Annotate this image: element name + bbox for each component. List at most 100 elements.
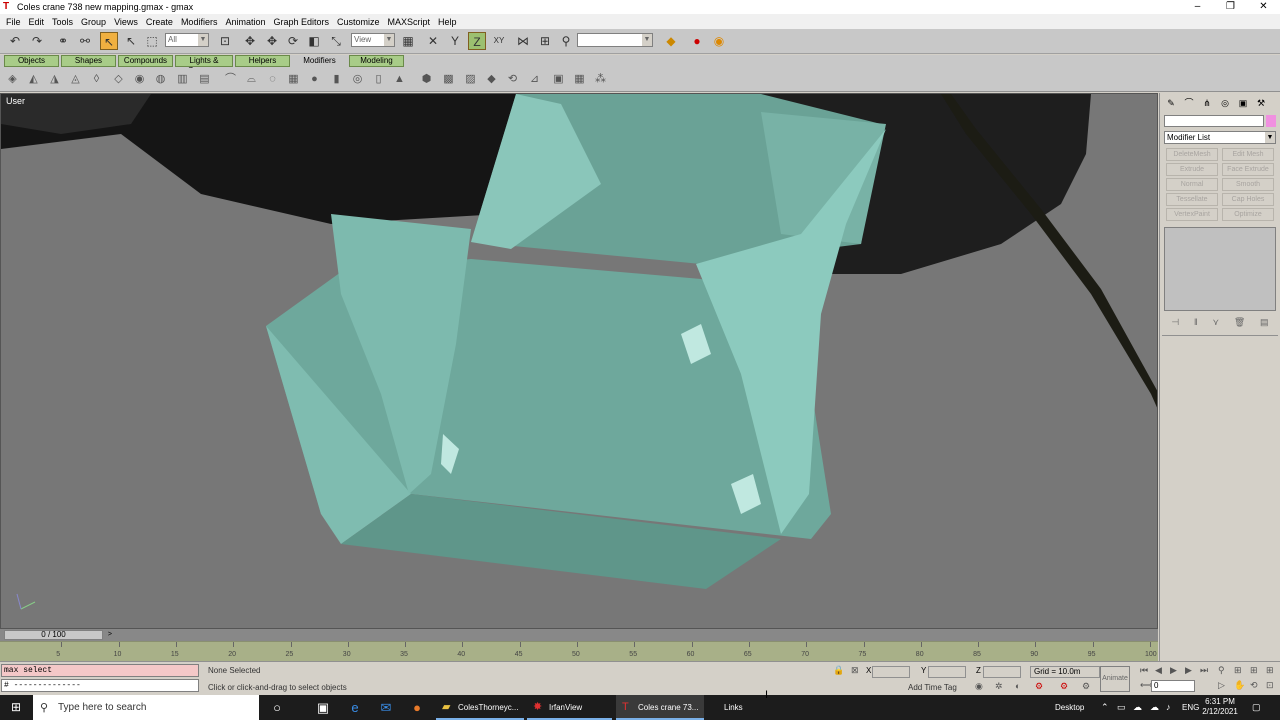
- selection-filter-dropdown[interactable]: All ▼: [165, 33, 209, 47]
- display-tab-icon[interactable]: ▣: [1235, 96, 1251, 110]
- select-by-region-icon[interactable]: ⊡: [216, 32, 234, 50]
- wave-icon[interactable]: ◉: [131, 71, 148, 88]
- edit-mesh-icon[interactable]: ▦: [285, 71, 302, 88]
- xform-icon[interactable]: ▤: [196, 71, 213, 88]
- edit-spline-icon[interactable]: ▨: [462, 71, 479, 88]
- restrict-xy-icon[interactable]: XY: [490, 32, 508, 50]
- extrude-button[interactable]: Extrude: [1166, 163, 1218, 176]
- desktop-toolbar[interactable]: Desktop: [1055, 695, 1084, 720]
- edit-mesh-button[interactable]: Edit Mesh: [1222, 148, 1274, 161]
- task-gmax[interactable]: T Coles crane 73...: [616, 695, 704, 720]
- align-icon[interactable]: ⊞: [536, 32, 554, 50]
- uvw-unwrap-icon[interactable]: ⌓: [243, 71, 260, 88]
- viewport-user[interactable]: User: [0, 93, 1158, 629]
- add-time-tag[interactable]: Add Time Tag: [908, 683, 957, 692]
- unlink-icon[interactable]: ⚯: [76, 32, 94, 50]
- x-coordinate-field[interactable]: [872, 666, 910, 678]
- object-color-swatch[interactable]: [1266, 115, 1276, 127]
- select-and-link-icon[interactable]: ⚭: [54, 32, 72, 50]
- volume-icon[interactable]: ♪: [1166, 695, 1171, 720]
- task-irfanview[interactable]: ✸ IrfanView: [527, 695, 612, 720]
- onedrive-icon[interactable]: ☁: [1133, 695, 1142, 720]
- menu-tools[interactable]: Tools: [48, 17, 77, 27]
- show-end-result-icon[interactable]: ‖: [1194, 317, 1198, 331]
- noise-icon[interactable]: ◬: [67, 71, 84, 88]
- remove-modifier-icon[interactable]: 🗑: [1234, 317, 1245, 331]
- vertexpaint-button[interactable]: VertexPaint: [1166, 208, 1218, 221]
- sphere-icon[interactable]: ●: [306, 71, 323, 88]
- hierarchy-tab-icon[interactable]: ⋔: [1199, 96, 1215, 110]
- goto-end-icon[interactable]: ⏭: [1200, 665, 1208, 676]
- tab-modifiers[interactable]: Modifiers: [292, 55, 347, 67]
- create-tab-icon[interactable]: ✎: [1163, 96, 1179, 110]
- torus-icon[interactable]: ◎: [349, 71, 366, 88]
- smooth-button[interactable]: Smooth: [1222, 178, 1274, 191]
- menu-customize[interactable]: Customize: [333, 17, 384, 27]
- keyboard-shortcut-icon[interactable]: ⚙: [1082, 681, 1090, 692]
- zoom-extents-icon[interactable]: ◉: [975, 681, 983, 692]
- snap-toggle-icon[interactable]: ✲: [995, 681, 1003, 692]
- material-editor-icon[interactable]: ◆: [662, 32, 680, 50]
- tab-objects[interactable]: Objects: [4, 55, 59, 67]
- y-coordinate-field[interactable]: [928, 666, 966, 678]
- tab-lights-cameras[interactable]: Lights & Cameras: [175, 55, 233, 75]
- restrict-x-icon[interactable]: ✕: [424, 32, 442, 50]
- select-and-scale-icon[interactable]: ◧: [305, 32, 323, 50]
- select-and-rotate-icon[interactable]: ⟳: [284, 32, 302, 50]
- mirror-icon[interactable]: ⋈: [514, 32, 532, 50]
- render-icon[interactable]: ●: [688, 32, 706, 50]
- menu-graph-editors[interactable]: Graph Editors: [269, 17, 333, 27]
- angle-snap-icon[interactable]: ◐: [1015, 681, 1020, 691]
- optimize-icon[interactable]: ⁂: [592, 71, 609, 88]
- firefox-icon[interactable]: ●: [402, 695, 432, 720]
- cone-icon[interactable]: ▲: [391, 71, 408, 88]
- system-clock[interactable]: 6:31 PM 2/12/2021: [1195, 697, 1245, 717]
- modify-tab-icon[interactable]: ⌒: [1181, 96, 1197, 110]
- smooth-modifier-icon[interactable]: ▦: [571, 71, 588, 88]
- current-frame-field[interactable]: 0: [1151, 680, 1195, 692]
- select-and-move-2-icon[interactable]: ✥: [263, 32, 281, 50]
- bevel-icon[interactable]: ⊿: [526, 71, 543, 88]
- tab-compounds[interactable]: Compounds: [118, 55, 173, 67]
- tray-overflow-icon[interactable]: ⌃: [1101, 695, 1109, 720]
- mesh-select-icon[interactable]: ◌: [264, 71, 281, 88]
- modifier-stack[interactable]: [1164, 227, 1276, 311]
- goto-start-icon[interactable]: ⏮: [1140, 665, 1148, 676]
- windows-start-icon[interactable]: ⊞: [0, 695, 32, 720]
- spinner-snap-icon[interactable]: ⚙: [1060, 681, 1068, 692]
- motion-tab-icon[interactable]: ◎: [1217, 96, 1233, 110]
- select-by-name-icon[interactable]: ↖: [122, 32, 140, 50]
- quick-render-icon[interactable]: ◉: [710, 32, 728, 50]
- mail-icon[interactable]: ✉: [371, 695, 401, 720]
- bend-icon[interactable]: ◈: [4, 71, 21, 88]
- manipulate-icon[interactable]: ⤡: [327, 32, 345, 50]
- minimize-button[interactable]: –: [1181, 0, 1214, 14]
- tab-modeling[interactable]: Modeling: [349, 55, 404, 67]
- menu-create[interactable]: Create: [142, 17, 177, 27]
- taskbar-search[interactable]: ⚲ Type here to search: [33, 695, 259, 720]
- ripple-icon[interactable]: ◍: [152, 71, 169, 88]
- maximize-viewport-icon[interactable]: ⊡: [1266, 680, 1274, 691]
- menu-edit[interactable]: Edit: [25, 17, 49, 27]
- select-and-move-icon[interactable]: ✥: [241, 32, 259, 50]
- lattice-icon[interactable]: ▥: [174, 71, 191, 88]
- object-name-field[interactable]: [1164, 115, 1264, 127]
- uvw-map-icon[interactable]: ⌒: [222, 71, 239, 88]
- menu-file[interactable]: File: [2, 17, 25, 27]
- field-of-view-icon[interactable]: ▷: [1218, 680, 1225, 691]
- maximize-button[interactable]: ❐: [1214, 0, 1247, 14]
- taper-icon[interactable]: ◭: [25, 71, 42, 88]
- time-slider-track[interactable]: 0 / 100 >: [0, 629, 1158, 641]
- track-bar[interactable]: 5 10 15 20 25 30 35 40 45 50 55 60 65 70 75 80 85 90 95 100: [0, 641, 1158, 661]
- maxscript-mini-line[interactable]: # --------------: [1, 679, 199, 692]
- animate-button[interactable]: Animate: [1100, 666, 1130, 692]
- absolute-mode-icon[interactable]: ⊠: [851, 665, 859, 676]
- utilities-tab-icon[interactable]: ⚒: [1253, 96, 1269, 110]
- normal-modifier-icon[interactable]: ▣: [550, 71, 567, 88]
- optimize-button[interactable]: Optimize: [1222, 208, 1274, 221]
- select-object-icon[interactable]: ↖: [100, 32, 118, 50]
- task-colesthorney[interactable]: ▰ ColesThorneyc...: [436, 695, 524, 720]
- extrude-icon[interactable]: ◆: [483, 71, 500, 88]
- z-coordinate-field[interactable]: [983, 666, 1021, 678]
- named-selection-dropdown[interactable]: ▼: [577, 33, 653, 47]
